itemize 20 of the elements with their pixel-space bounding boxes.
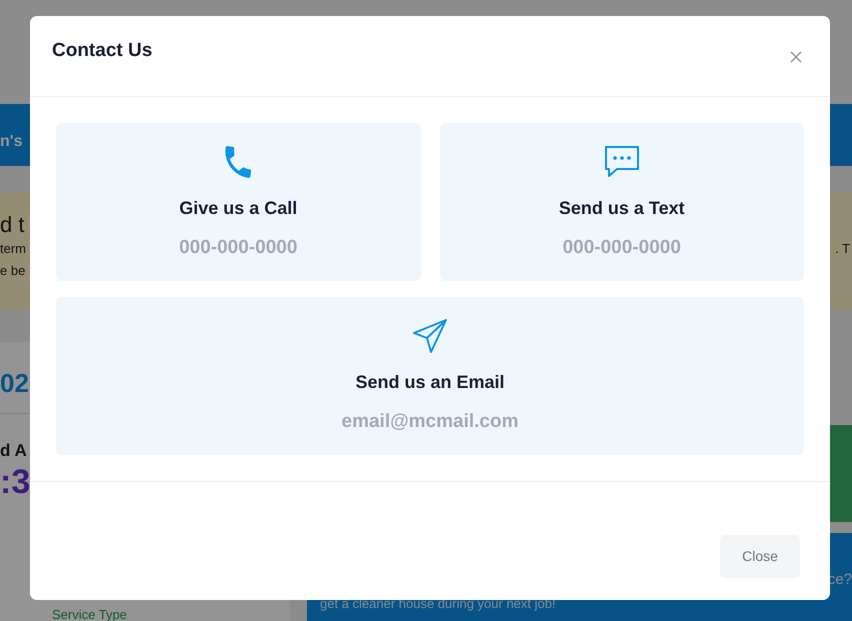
notice-text: e be — [0, 262, 26, 280]
notice-text: term — [0, 240, 26, 258]
notice-heading: d t — [0, 212, 26, 238]
arrival-label: d A — [0, 440, 28, 462]
modal-title: Contact Us — [52, 40, 152, 63]
time-text: :3 — [0, 464, 32, 501]
notice-text: . T — [835, 240, 850, 258]
card-title: Send us an Email — [355, 371, 505, 394]
send-icon — [411, 317, 449, 355]
card-detail: email@mcmail.com — [342, 410, 518, 434]
card-detail: 000-000-0000 — [179, 236, 298, 260]
banner-text: n's — [0, 133, 22, 150]
contact-card[interactable]: Send us an Email email@mcmail.com — [56, 297, 804, 455]
close-button[interactable]: Close — [720, 535, 800, 578]
card-title: Send us a Text — [558, 197, 685, 220]
card-detail: 000-000-0000 — [562, 236, 681, 260]
contact-card[interactable]: Send us a Text 000-000-0000 — [440, 123, 804, 281]
close-icon[interactable] — [789, 50, 803, 64]
contact-card[interactable]: Give us a Call 000-000-0000 — [56, 123, 420, 281]
card-title: Give us a Call — [179, 197, 298, 220]
